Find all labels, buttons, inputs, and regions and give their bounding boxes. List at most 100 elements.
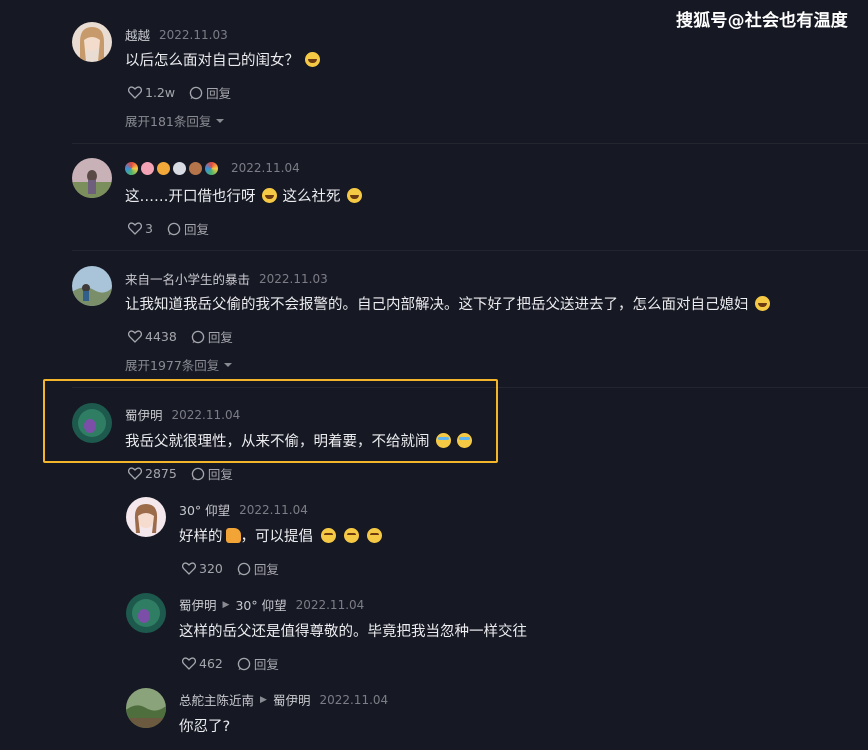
reply-text: 好样的 ，可以提倡 [179, 525, 382, 546]
username[interactable]: 来自一名小学生的暴击 [125, 269, 250, 288]
comment-text: 以后怎么面对自己的闺女？ [125, 49, 320, 70]
comment-date: 2022.11.04 [231, 161, 300, 175]
expand-replies-label: 展开181条回复 [125, 114, 212, 129]
reply-text-part: 好样的 [179, 529, 223, 545]
avatar[interactable] [72, 266, 112, 306]
reply-text: 这样的岳父还是值得尊敬的。毕竟把我当忽种一样交往 [179, 620, 527, 641]
reply-text-body: 这样的岳父还是值得尊敬的。毕竟把我当忽种一样交往 [179, 624, 527, 640]
smirk-emoji-icon [344, 528, 359, 543]
reply-meta: 30° 仰望 2022.11.04 [179, 500, 308, 519]
rabbit-emoji-icon [173, 161, 186, 175]
username-emoji[interactable] [125, 161, 218, 175]
reply-text-part: ，可以提倡 [240, 529, 314, 545]
tiger-emoji-icon [157, 161, 170, 175]
reply-bubble-icon [167, 222, 181, 235]
avatar[interactable] [72, 22, 112, 62]
like-count: 320 [199, 561, 223, 576]
reply-actions: 462 回复 [182, 654, 293, 673]
heart-icon [128, 86, 142, 99]
reply-to-username[interactable]: 蜀伊明 [273, 690, 311, 709]
reply-actions: 320 回复 [182, 559, 293, 578]
reply-bubble-icon [191, 330, 205, 343]
comment-meta: 越越 2022.11.03 [125, 25, 228, 44]
reply-button[interactable]: 回复 [167, 219, 209, 238]
username[interactable]: 越越 [125, 25, 150, 44]
comment-text-body: 让我知道我岳父偷的我不会报警的。自己内部解决。这下好了把岳父送进去了，怎么面对自… [125, 297, 749, 313]
username[interactable]: 30° 仰望 [179, 500, 230, 519]
reply-bubble-icon [237, 657, 251, 670]
reply-to-username[interactable]: 30° 仰望 [235, 595, 286, 614]
comment-actions: 2875 回复 [128, 464, 247, 483]
comment-text: 让我知道我岳父偷的我不会报警的。自己内部解决。这下好了把岳父送进去了，怎么面对自… [125, 293, 770, 314]
avatar[interactable] [126, 593, 166, 633]
reply-button[interactable]: 回复 [237, 654, 279, 673]
grinning-emoji-icon [346, 188, 362, 203]
like-button[interactable]: 4438 [128, 329, 177, 344]
username[interactable]: 总舵主陈近南 [179, 690, 254, 709]
like-count: 1.2w [145, 85, 176, 100]
reply-meta: 总舵主陈近南 ▶ 蜀伊明 2022.11.04 [179, 690, 388, 709]
reply-date: 2022.11.04 [239, 502, 308, 517]
reply-bubble-icon [237, 562, 251, 575]
laughing-emoji-icon [305, 52, 320, 67]
highlight-box [43, 379, 498, 463]
laughing-emoji-icon [754, 296, 770, 311]
divider [72, 143, 868, 144]
reply-date: 2022.11.04 [295, 597, 365, 612]
avatar[interactable] [72, 158, 112, 198]
rainbow-emoji-icon [205, 161, 218, 175]
comment-meta: 来自一名小学生的暴击 2022.11.03 [125, 269, 328, 288]
caret-down-icon [224, 362, 233, 367]
expand-replies-link[interactable]: 展开181条回复 [125, 111, 225, 130]
rainbow-emoji-icon [125, 161, 138, 175]
bear-emoji-icon [189, 161, 202, 175]
reply-label: 回复 [207, 467, 233, 482]
laughing-emoji-icon [261, 188, 277, 203]
pig-emoji-icon [141, 161, 154, 175]
like-button[interactable]: 1.2w [128, 85, 175, 100]
username[interactable]: 蜀伊明 [179, 595, 217, 614]
reply-button[interactable]: 回复 [189, 83, 231, 102]
watermark: 搜狐号@社会也有温度 [676, 11, 848, 31]
comment-text-part: 这么社死 [282, 189, 341, 205]
heart-icon [182, 657, 196, 670]
reply-to-arrow-icon: ▶ [222, 599, 230, 610]
like-count: 4438 [145, 329, 177, 344]
thumbs-up-emoji-icon [225, 528, 241, 543]
caret-down-icon [216, 118, 225, 123]
reply-to-arrow-icon: ▶ [260, 694, 267, 705]
reply-label: 回复 [207, 330, 233, 345]
like-button[interactable]: 2875 [128, 466, 177, 481]
comment-meta: 2022.11.04 [125, 161, 300, 175]
reply-label: 回复 [183, 222, 209, 237]
reply-button[interactable]: 回复 [237, 559, 279, 578]
comment-actions: 3 回复 [128, 219, 223, 238]
like-button[interactable]: 320 [182, 561, 223, 576]
like-button[interactable]: 3 [128, 221, 153, 236]
reply-bubble-icon [189, 86, 203, 99]
reply-label: 回复 [253, 562, 279, 577]
expand-replies-label: 展开1977条回复 [125, 358, 220, 373]
reply-text: 你忍了? [179, 715, 230, 736]
like-count: 3 [145, 221, 153, 236]
avatar[interactable] [126, 497, 166, 537]
like-count: 2875 [145, 466, 177, 481]
smirk-emoji-icon [367, 528, 382, 543]
comment-date: 2022.11.03 [259, 271, 328, 286]
like-button[interactable]: 462 [182, 656, 223, 671]
reply-label: 回复 [206, 86, 232, 101]
comment-text-part: 这……开口借也行呀 [125, 189, 256, 205]
reply-label: 回复 [253, 657, 279, 672]
divider [72, 250, 868, 251]
avatar[interactable] [126, 688, 166, 728]
comment-actions: 4438 回复 [128, 327, 247, 346]
reply-button[interactable]: 回复 [191, 327, 233, 346]
comment-text: 这……开口借也行呀 这么社死 [125, 185, 362, 206]
reply-meta: 蜀伊明 ▶ 30° 仰望 2022.11.04 [179, 595, 364, 614]
expand-replies-link[interactable]: 展开1977条回复 [125, 355, 233, 374]
comment-date: 2022.11.03 [159, 27, 228, 42]
heart-icon [128, 222, 142, 235]
reply-text-body: 你忍了? [179, 719, 231, 735]
reply-button[interactable]: 回复 [191, 464, 233, 483]
reply-bubble-icon [191, 467, 205, 480]
